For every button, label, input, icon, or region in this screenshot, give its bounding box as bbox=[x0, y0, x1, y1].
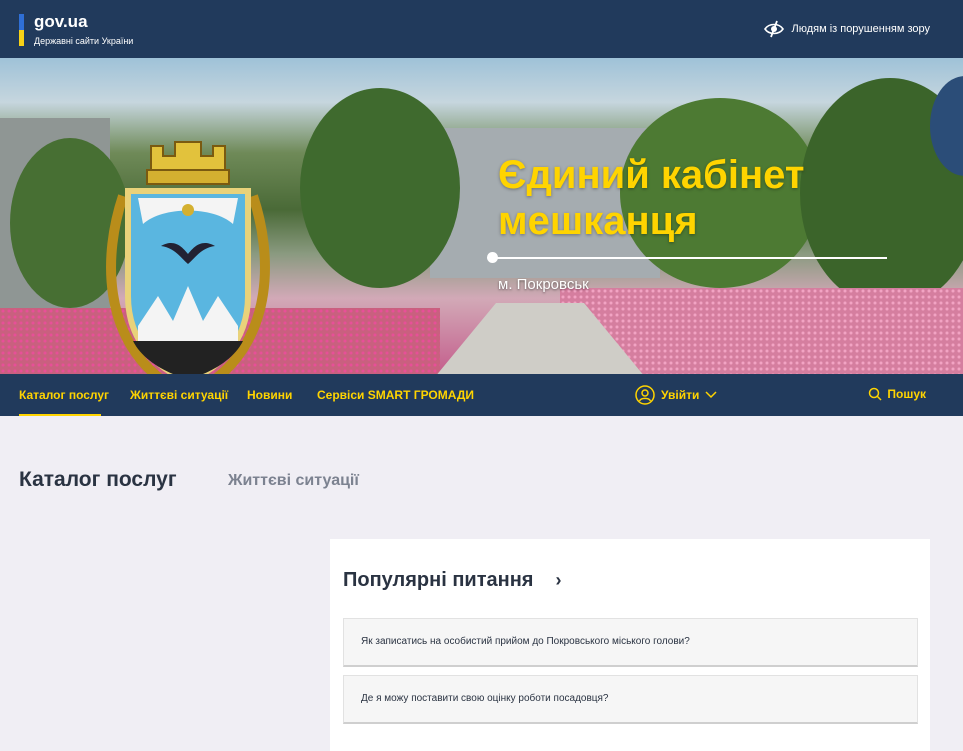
login-label: Увійти bbox=[661, 388, 700, 402]
chevron-down-icon bbox=[705, 391, 717, 399]
nav-item-news[interactable]: Новини bbox=[247, 388, 292, 402]
nav-active-indicator bbox=[19, 414, 101, 416]
popular-questions-title: Популярні питання bbox=[343, 569, 534, 591]
chevron-right-icon: › bbox=[555, 570, 562, 590]
hero-city: м. Покровськ bbox=[498, 276, 589, 293]
top-bar: gov.ua Державні сайти України Людям із п… bbox=[0, 0, 963, 58]
question-item[interactable]: Де я можу поставити свою оцінку роботи п… bbox=[343, 675, 918, 724]
hero-divider-dot bbox=[487, 252, 498, 263]
nav-item-life-situations[interactable]: Життєві ситуації bbox=[130, 388, 228, 402]
gov-ua-subtitle: Державні сайти України bbox=[34, 36, 134, 46]
tab-life-situations[interactable]: Життєві ситуації bbox=[228, 472, 359, 490]
nav-item-catalog[interactable]: Каталог послуг bbox=[19, 388, 109, 402]
search-icon bbox=[869, 387, 882, 401]
search-button[interactable]: Пошук bbox=[868, 387, 926, 401]
ukraine-flag-icon bbox=[19, 14, 24, 46]
accessibility-label: Людям із порушенням зору bbox=[791, 23, 930, 35]
coat-of-arms-icon: ПОКРОВСЬК bbox=[106, 141, 270, 374]
hero-title: Єдиний кабінет мешканця bbox=[498, 153, 805, 243]
hero-divider bbox=[490, 257, 887, 259]
search-label: Пошук bbox=[887, 387, 926, 401]
low-vision-icon bbox=[764, 20, 785, 38]
main-nav: Каталог послуг Життєві ситуації Новини С… bbox=[0, 374, 963, 416]
hero-banner: ПОКРОВСЬК Єдиний кабінет мешканця м. Пок… bbox=[0, 58, 963, 374]
question-item[interactable]: Як записатись на особистий прийом до Пок… bbox=[343, 618, 918, 667]
gov-ua-logo[interactable]: gov.ua bbox=[34, 12, 88, 32]
nav-item-smart-services[interactable]: Сервіси SMART ГРОМАДИ bbox=[317, 388, 474, 402]
login-button[interactable]: Увійти bbox=[635, 385, 717, 405]
tab-catalog[interactable]: Каталог послуг bbox=[19, 468, 177, 492]
user-icon bbox=[635, 385, 655, 405]
hero-tree bbox=[300, 88, 460, 288]
popular-questions-link[interactable]: Популярні питання › bbox=[343, 569, 561, 592]
accessibility-link[interactable]: Людям із порушенням зору bbox=[763, 20, 930, 38]
popular-questions-card: Популярні питання › Як записатись на осо… bbox=[330, 539, 930, 751]
